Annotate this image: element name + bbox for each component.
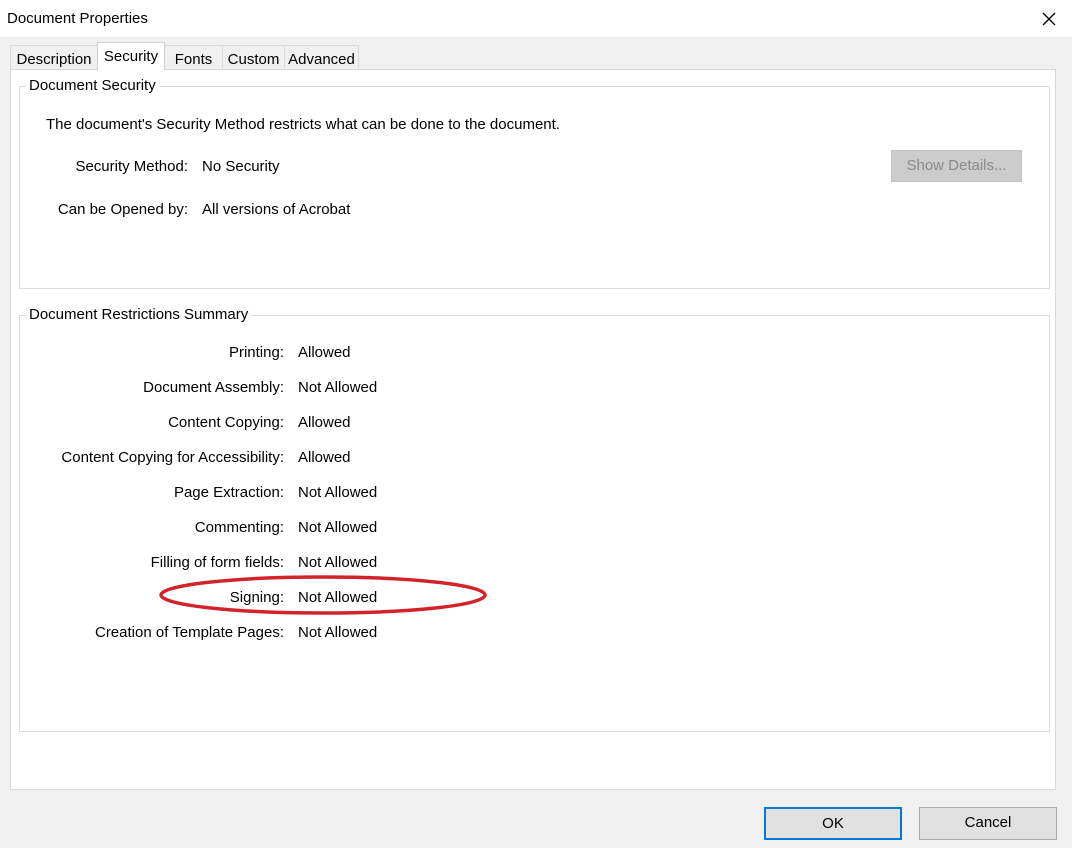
- restriction-row-filling-form-fields: Filling of form fields: Not Allowed: [20, 554, 520, 572]
- tab-description[interactable]: Description: [10, 45, 98, 69]
- tab-label: Advanced: [288, 51, 355, 68]
- restriction-row-commenting: Commenting: Not Allowed: [20, 519, 520, 537]
- restrictions-group: Document Restrictions Summary Printing: …: [19, 306, 1050, 732]
- restriction-value: Not Allowed: [298, 624, 378, 641]
- tab-custom[interactable]: Custom: [222, 45, 285, 69]
- opened-by-value: All versions of Acrobat: [202, 201, 351, 218]
- window-title: Document Properties: [7, 10, 148, 27]
- restriction-label: Page Extraction:: [173, 484, 284, 501]
- restriction-value: Not Allowed: [298, 379, 378, 396]
- restriction-value: Not Allowed: [298, 519, 378, 536]
- ok-button[interactable]: OK: [764, 807, 902, 840]
- cancel-button[interactable]: Cancel: [919, 807, 1057, 840]
- restriction-value: Allowed: [298, 344, 351, 361]
- security-method-value: No Security: [202, 158, 280, 175]
- restriction-label: Creation of Template Pages:: [94, 624, 284, 641]
- restriction-label: Content Copying:: [168, 414, 284, 431]
- restriction-label: Printing:: [228, 344, 284, 361]
- restriction-value: Allowed: [298, 449, 351, 466]
- restriction-label: Commenting:: [194, 519, 284, 536]
- restriction-row-printing: Printing: Allowed: [20, 344, 520, 362]
- document-security-group: Document Security The document's Securit…: [19, 77, 1050, 289]
- security-description: The document's Security Method restricts…: [46, 116, 560, 133]
- restriction-label: Filling of form fields:: [150, 554, 284, 571]
- tab-label: Fonts: [174, 51, 213, 68]
- security-tab-panel: Document Security The document's Securit…: [10, 69, 1056, 790]
- restriction-row-template-pages: Creation of Template Pages: Not Allowed: [20, 624, 520, 642]
- restriction-value: Not Allowed: [298, 484, 378, 501]
- close-icon[interactable]: [1036, 6, 1062, 32]
- restriction-value: Not Allowed: [298, 554, 378, 571]
- restriction-value: Not Allowed: [298, 589, 378, 606]
- tab-label: Security: [103, 48, 159, 65]
- restriction-row-content-copying: Content Copying: Allowed: [20, 414, 520, 432]
- tab-security[interactable]: Security: [97, 42, 165, 70]
- opened-by-label: Can be Opened by:: [57, 201, 188, 218]
- restriction-label: Signing:: [229, 589, 284, 606]
- document-security-legend: Document Security: [26, 77, 159, 95]
- restriction-row-page-extraction: Page Extraction: Not Allowed: [20, 484, 520, 502]
- tab-advanced[interactable]: Advanced: [284, 45, 359, 69]
- tab-fonts[interactable]: Fonts: [164, 45, 223, 69]
- tab-label: Custom: [227, 51, 280, 68]
- restriction-label: Content Copying for Accessibility:: [61, 449, 284, 466]
- title-bar: Document Properties: [0, 0, 1072, 37]
- restriction-row-document-assembly: Document Assembly: Not Allowed: [20, 379, 520, 397]
- security-method-label: Security Method:: [75, 158, 188, 175]
- show-details-button[interactable]: Show Details...: [891, 150, 1022, 182]
- restriction-label: Document Assembly:: [143, 379, 284, 396]
- restriction-row-signing: Signing: Not Allowed: [20, 589, 520, 607]
- tab-label: Description: [16, 51, 92, 68]
- restriction-value: Allowed: [298, 414, 351, 431]
- restriction-row-content-copying-accessibility: Content Copying for Accessibility: Allow…: [20, 449, 520, 467]
- restrictions-legend: Document Restrictions Summary: [26, 306, 252, 324]
